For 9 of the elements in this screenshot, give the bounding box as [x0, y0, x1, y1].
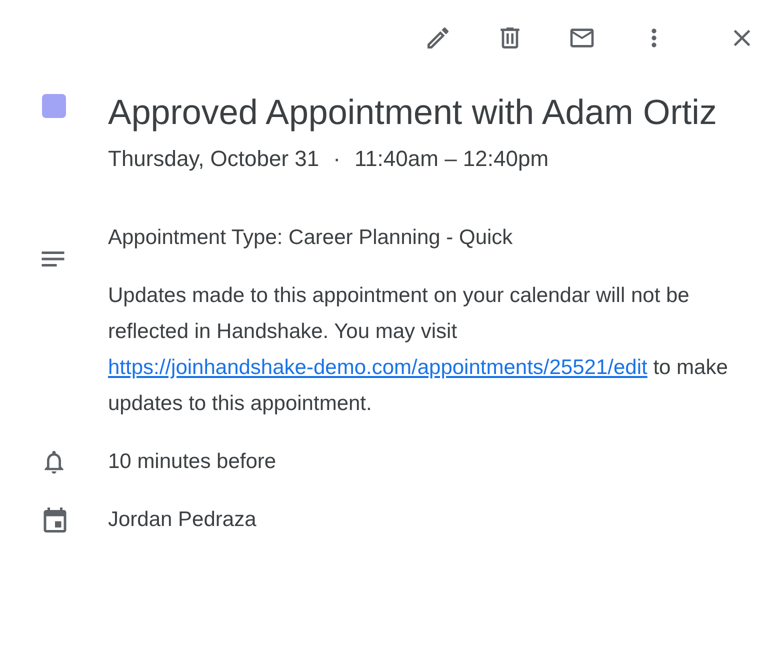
event-date: Thursday, October 31: [108, 145, 320, 173]
separator-dot: ·: [333, 145, 340, 173]
event-title: Approved Appointment with Adam Ortiz: [108, 92, 718, 134]
reminder-text: 10 minutes before: [108, 450, 276, 473]
calendar-owner: Jordan Pedraza: [108, 508, 256, 531]
event-time: 11:40am – 12:40pm: [354, 145, 549, 173]
description-text: Updates made to this appointment on your calendar will not be reflected in Handshake. You may visit https://joinhandshake-demo.com/appointments/25521/edit to make updates to this appointment.: [108, 283, 729, 417]
appointment-type: Appointment Type: Career Planning - Quick: [108, 225, 514, 251]
appointment-link[interactable]: https://joinhandshake-demo.com/appointments/25521/edit: [108, 356, 648, 379]
